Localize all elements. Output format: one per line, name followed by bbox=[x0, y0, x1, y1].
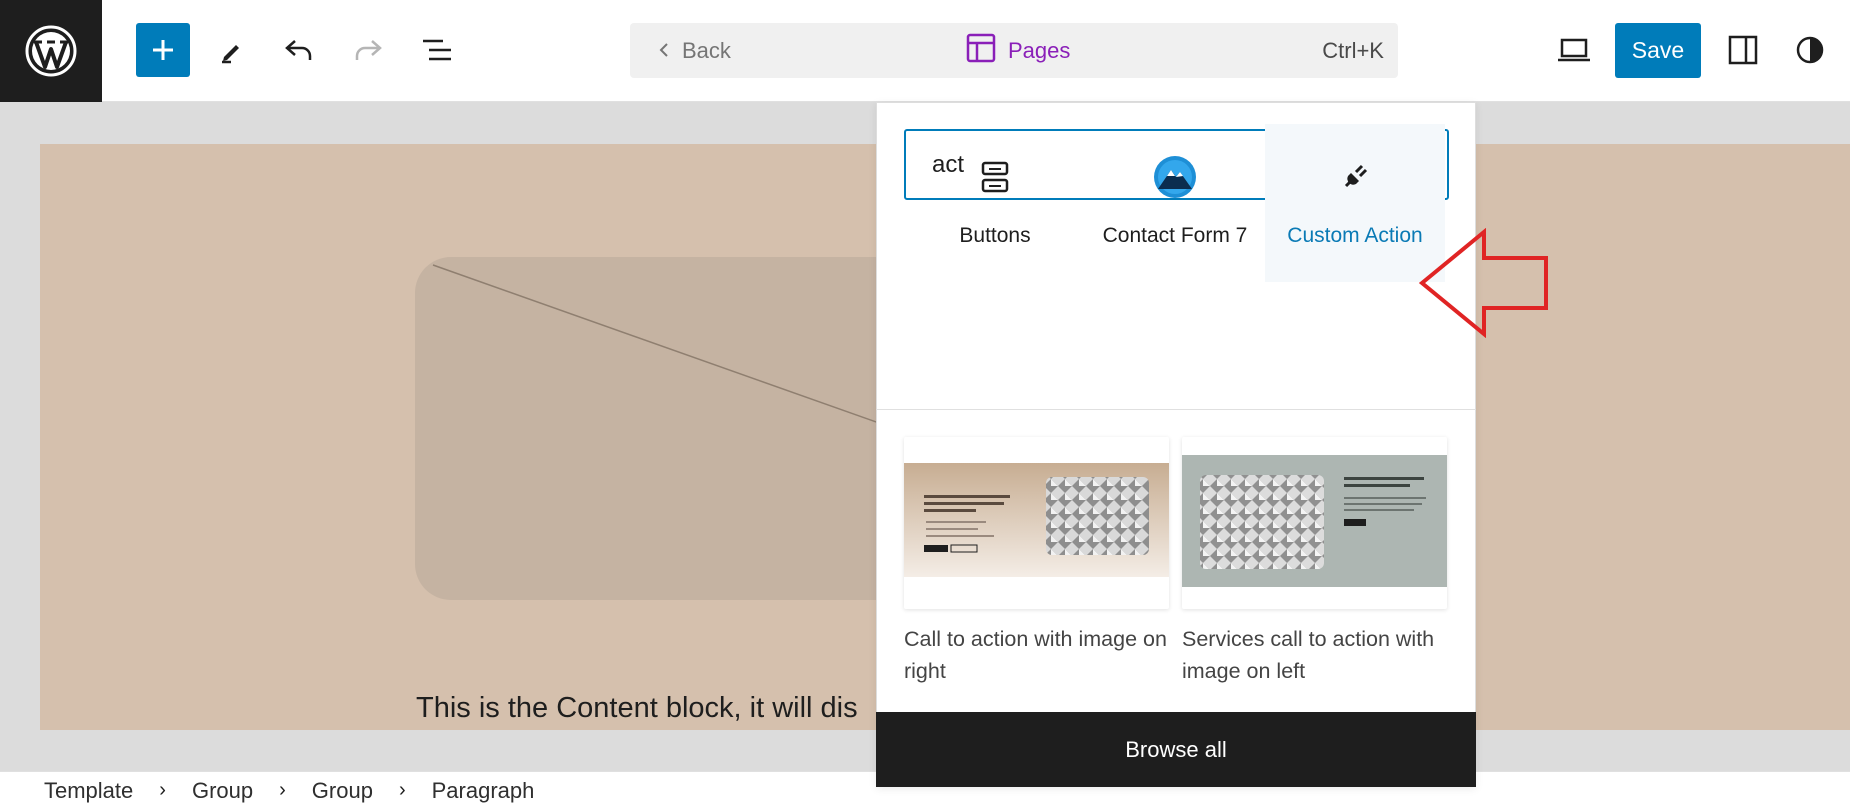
add-block-button[interactable] bbox=[136, 23, 190, 77]
redo-icon bbox=[355, 40, 382, 60]
pattern-preview-thumbnail bbox=[904, 437, 1169, 609]
undo-button[interactable] bbox=[272, 23, 326, 77]
block-option-label: Contact Form 7 bbox=[1102, 224, 1248, 247]
browse-all-button[interactable]: Browse all bbox=[876, 712, 1476, 787]
chevron-right-icon: › bbox=[159, 779, 166, 801]
desktop-icon bbox=[1558, 38, 1590, 62]
breadcrumb-item-group-inner[interactable]: Group bbox=[312, 778, 373, 804]
breadcrumb-item-group[interactable]: Group bbox=[192, 778, 253, 804]
wordpress-logo-icon[interactable] bbox=[0, 0, 102, 102]
redo-button[interactable] bbox=[341, 23, 395, 77]
save-button[interactable]: Save bbox=[1615, 23, 1701, 78]
block-option-label: Custom Action bbox=[1287, 224, 1423, 247]
pattern-cta-image-right[interactable]: Call to action with image on right bbox=[904, 437, 1169, 687]
chevron-right-icon: › bbox=[398, 779, 406, 801]
contact-form-7-icon bbox=[1153, 156, 1197, 198]
page-layout-icon bbox=[966, 33, 996, 69]
styles-button[interactable] bbox=[1783, 23, 1837, 77]
chevron-right-icon: › bbox=[279, 779, 286, 801]
block-option-contact-form-7[interactable]: Contact Form 7 bbox=[1085, 124, 1265, 282]
content-paragraph[interactable]: This is the Content block, it will dis bbox=[416, 692, 858, 725]
device-preview-button[interactable] bbox=[1547, 23, 1601, 77]
chevron-left-icon bbox=[658, 38, 670, 64]
buttons-icon bbox=[980, 156, 1010, 198]
keyboard-shortcut-hint: Ctrl+K bbox=[1322, 37, 1384, 63]
document-title-label: Pages bbox=[1008, 37, 1071, 63]
pen-icon bbox=[222, 45, 239, 64]
back-label: Back bbox=[682, 37, 731, 63]
document-title[interactable]: Pages bbox=[966, 23, 1070, 78]
annotation-arrow-icon bbox=[1418, 228, 1548, 338]
list-view-icon bbox=[423, 39, 451, 61]
sidebar-icon bbox=[1728, 35, 1758, 65]
back-link[interactable]: Back bbox=[658, 23, 731, 78]
block-option-label: Buttons bbox=[959, 224, 1031, 247]
settings-panel-button[interactable] bbox=[1716, 23, 1770, 77]
pattern-services-cta-image-left[interactable]: Services call to action with image on le… bbox=[1182, 437, 1447, 687]
breadcrumb-item-template[interactable]: Template bbox=[44, 778, 133, 804]
block-option-buttons[interactable]: Buttons bbox=[905, 124, 1085, 282]
plus-icon bbox=[153, 40, 173, 60]
document-overview-button[interactable] bbox=[410, 23, 464, 77]
editor-toolbar: Back Pages Ctrl+K Save bbox=[0, 0, 1850, 102]
tools-button[interactable] bbox=[204, 23, 258, 77]
inserter-divider bbox=[876, 409, 1476, 410]
pattern-caption: Services call to action with image on le… bbox=[1182, 627, 1435, 683]
breadcrumb-item-paragraph[interactable]: Paragraph bbox=[432, 778, 535, 804]
pattern-caption: Call to action with image on right bbox=[904, 627, 1167, 683]
command-palette-bar[interactable]: Back Pages Ctrl+K bbox=[630, 23, 1398, 78]
plug-icon bbox=[1338, 156, 1372, 198]
pattern-preview-thumbnail bbox=[1182, 437, 1447, 609]
undo-icon bbox=[285, 40, 312, 60]
half-circle-contrast-icon bbox=[1796, 36, 1824, 64]
